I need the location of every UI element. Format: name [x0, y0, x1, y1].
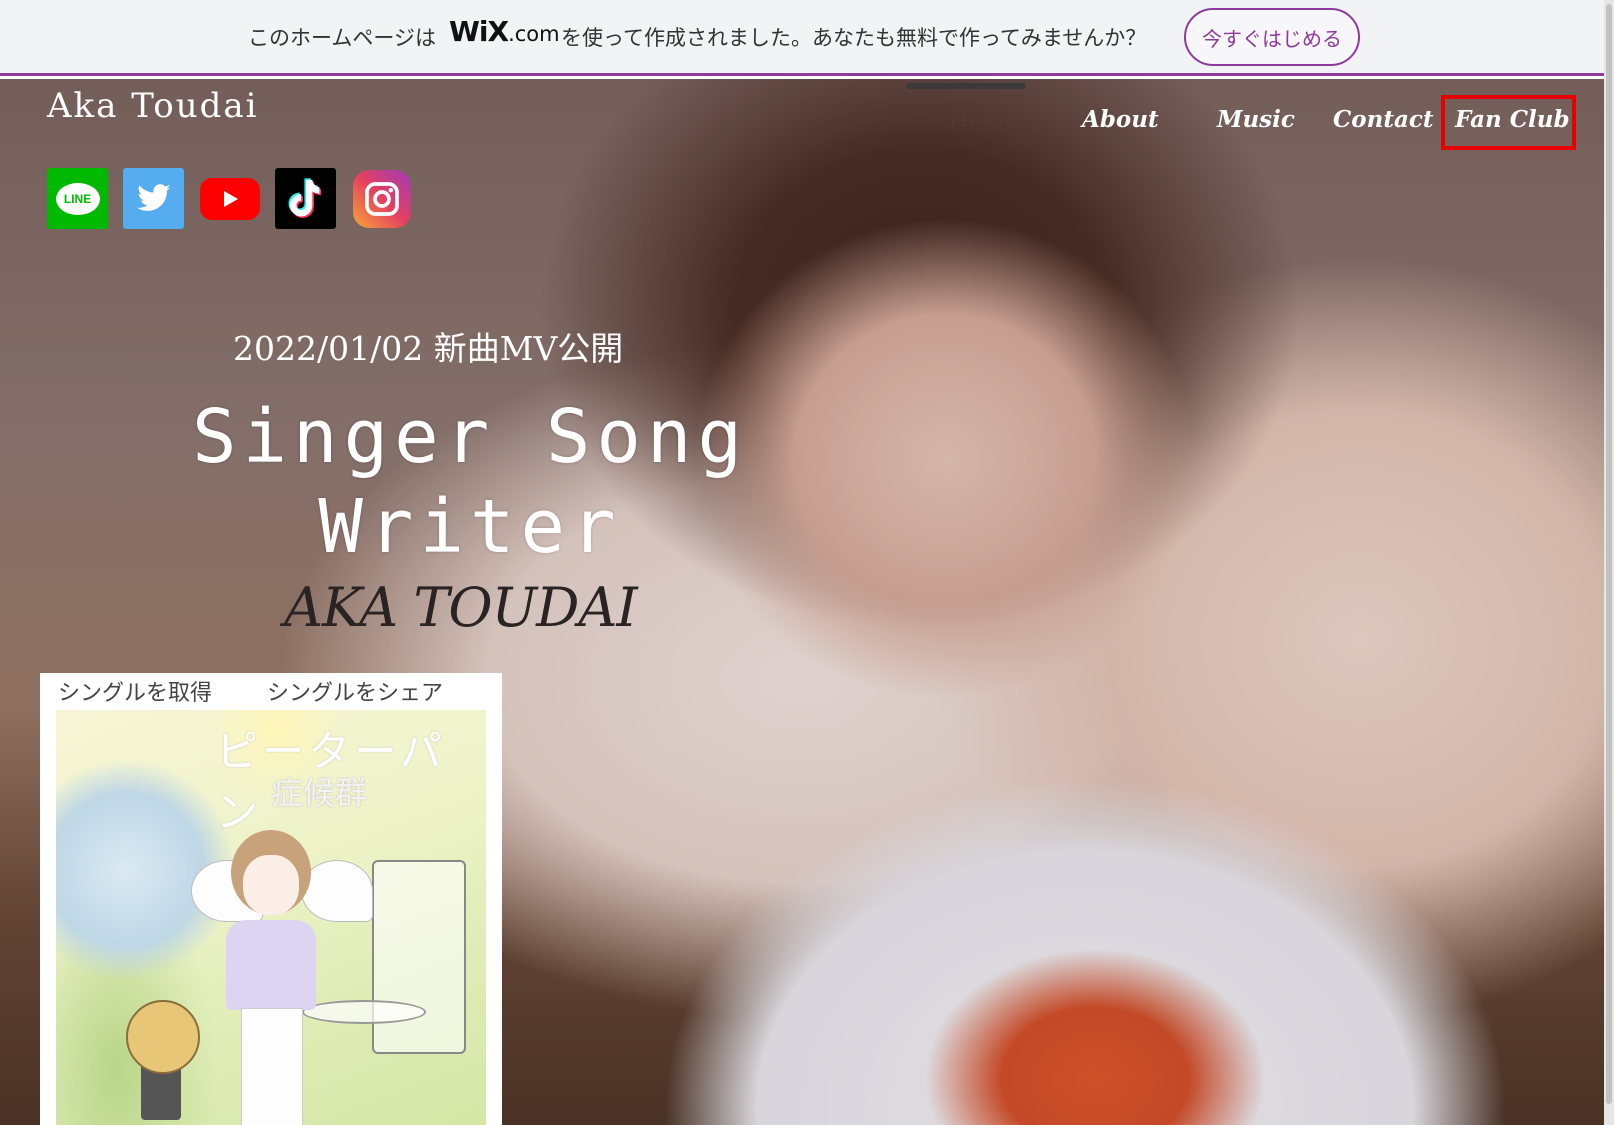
play-glyph — [223, 190, 238, 207]
nav-item-about[interactable]: About — [1082, 106, 1159, 133]
cover-girl-illustration — [216, 830, 326, 1125]
scrollbar-thumb[interactable] — [1606, 4, 1612, 1104]
headline-line-1: Singer Song — [191, 394, 749, 480]
get-single-link[interactable]: シングルを取得 — [58, 681, 212, 706]
tiktok-icon[interactable] — [275, 168, 336, 229]
headline-line-2: Writer — [318, 484, 622, 570]
camera-glyph — [364, 181, 399, 216]
cover-girl-face — [243, 855, 299, 915]
tiktok-note-glyph — [288, 177, 321, 218]
fan-club-highlight-box — [1441, 95, 1576, 150]
wix-logo-suffix: .com — [508, 22, 560, 46]
single-links: シングルを取得 シングルをシェア — [58, 675, 491, 707]
page-scrollbar[interactable] — [1604, 0, 1614, 1125]
nav-active-indicator — [907, 83, 1025, 89]
cover-sunflower-illustration — [126, 1000, 200, 1074]
twitter-icon[interactable] — [123, 168, 184, 229]
hero-headline: Singer Song Writer — [150, 392, 790, 572]
cover-subtitle: 症候群 — [271, 774, 368, 812]
youtube-icon[interactable] — [199, 168, 260, 229]
twitter-bird-glyph — [136, 183, 170, 211]
instagram-icon[interactable] — [351, 168, 412, 229]
wix-logo-main: WiX — [449, 15, 509, 48]
artist-name: AKA TOUDAI — [284, 576, 638, 639]
share-single-link[interactable]: シングルをシェア — [267, 681, 443, 706]
single-card: シングルを取得 シングルをシェア ピーターパン 症候群 — [40, 673, 502, 1125]
social-icons-bar: LINE — [47, 168, 412, 229]
single-cover-art[interactable]: ピーターパン 症候群 — [56, 710, 486, 1125]
wix-banner-text-after: を使って作成されました。あなたも無料で作ってみませんか？ — [561, 26, 1147, 50]
cover-fridge-illustration — [372, 860, 466, 1054]
line-icon[interactable]: LINE — [47, 168, 108, 229]
new-mv-announcement: 2022/01/02 新曲MV公開 — [233, 329, 624, 368]
cover-girl-pants — [241, 1008, 303, 1125]
nav-item-music[interactable]: Music — [1217, 106, 1295, 133]
wix-banner-text-before: このホームページは — [248, 26, 436, 50]
nav-item-home[interactable]: Home — [949, 106, 1018, 132]
youtube-play-badge — [199, 177, 260, 220]
line-icon-label: LINE — [55, 182, 100, 215]
instagram-gradient-badge — [352, 169, 411, 228]
wix-start-now-button[interactable]: 今すぐはじめる — [1184, 8, 1360, 66]
wix-logo[interactable]: WiX.com — [449, 15, 560, 48]
wix-promo-banner: このホームページは WiX.com を使って作成されました。あなたも無料で作って… — [0, 0, 1614, 76]
cover-girl-shirt — [226, 920, 316, 1010]
site-title[interactable]: Aka Toudai — [47, 86, 259, 126]
nav-item-contact[interactable]: Contact — [1333, 106, 1434, 133]
